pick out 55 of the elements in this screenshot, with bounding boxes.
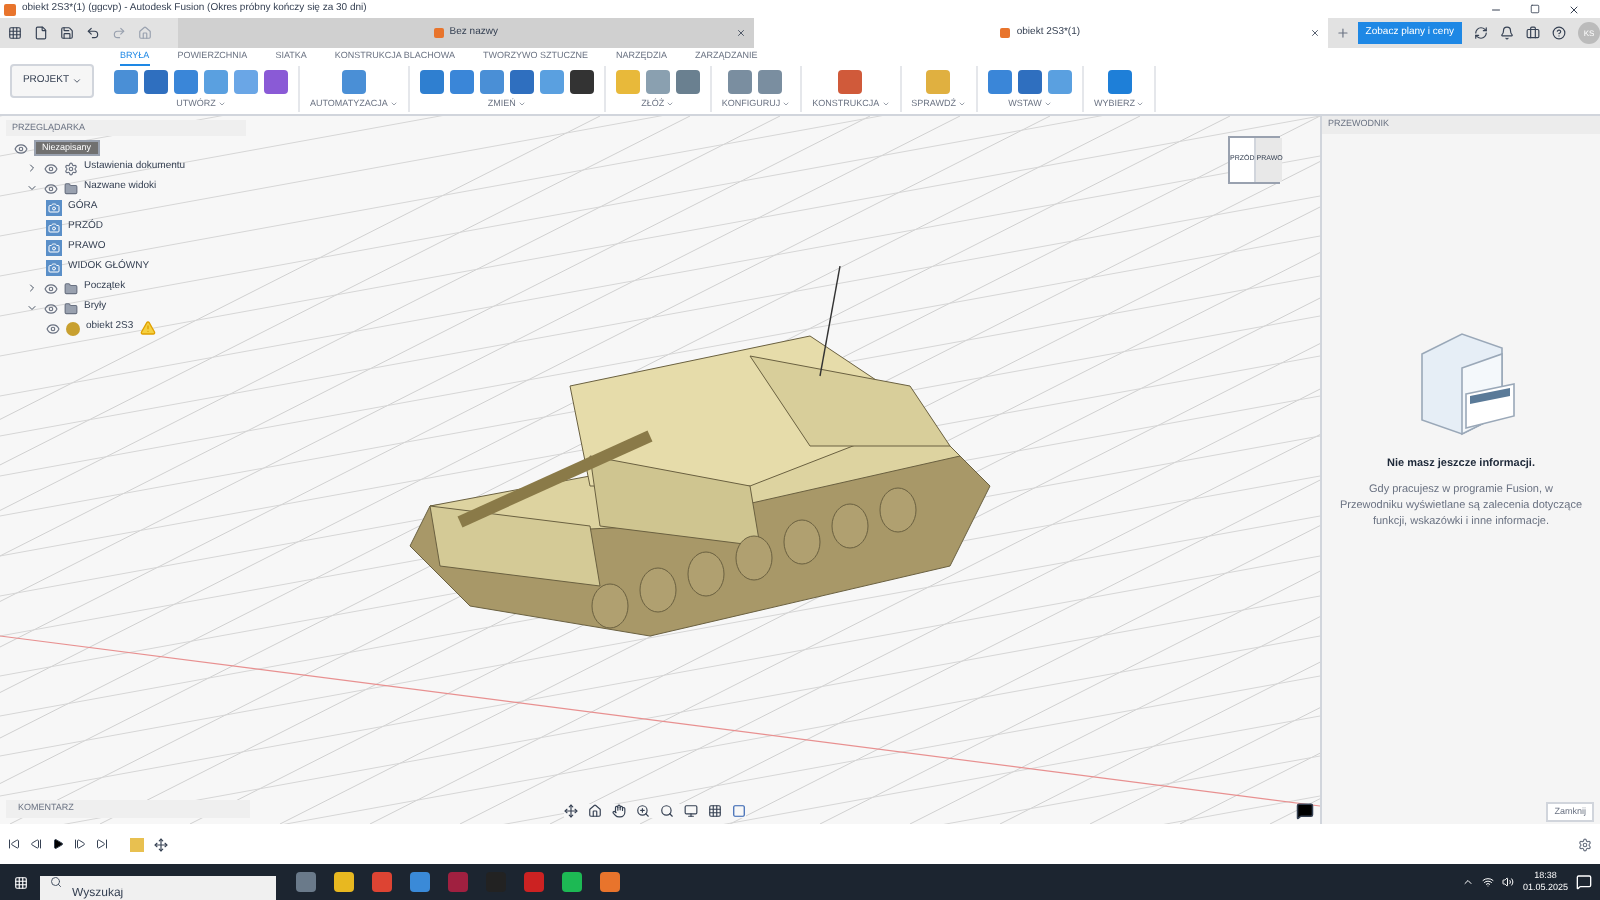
last-frame-icon[interactable]	[96, 838, 108, 850]
camera-icon	[46, 260, 62, 276]
home-view-icon[interactable]	[588, 804, 602, 818]
save-icon[interactable]	[60, 26, 74, 40]
eye-icon[interactable]	[44, 161, 58, 175]
expand-toggle[interactable]	[26, 302, 38, 314]
expand-toggle[interactable]	[26, 182, 38, 194]
minimize-icon[interactable]	[1490, 3, 1502, 15]
grid-menu-icon[interactable]	[8, 26, 22, 40]
undo-icon[interactable]	[86, 26, 100, 40]
help-icon[interactable]	[1552, 26, 1566, 40]
settings-icon[interactable]	[1578, 837, 1592, 851]
folder-icon	[64, 301, 78, 315]
tray-expand-icon[interactable]	[1462, 876, 1475, 888]
search-icon	[50, 876, 62, 888]
eye-icon[interactable]	[14, 141, 28, 155]
eye-icon[interactable]	[46, 321, 60, 335]
sync-icon[interactable]	[1474, 26, 1488, 40]
expand-toggle[interactable]	[26, 162, 38, 174]
zoom-icon[interactable]	[636, 804, 650, 818]
camera-icon	[46, 220, 62, 236]
file-icon[interactable]	[34, 26, 48, 40]
eye-icon[interactable]	[44, 281, 58, 295]
eye-icon[interactable]	[44, 181, 58, 195]
body-icon	[66, 321, 80, 335]
orbit-icon[interactable]	[564, 804, 578, 818]
chat-icon[interactable]	[1296, 802, 1314, 820]
grid-icon[interactable]	[708, 804, 722, 818]
first-frame-icon[interactable]	[8, 838, 20, 850]
app-logo-icon	[4, 3, 16, 15]
warning-icon	[139, 320, 156, 336]
search-icon[interactable]	[660, 804, 674, 818]
play-icon[interactable]	[52, 838, 64, 850]
camera-icon	[46, 240, 62, 256]
expand-toggle[interactable]	[26, 282, 38, 294]
network-icon[interactable]	[1482, 876, 1495, 888]
camera-icon	[46, 200, 62, 216]
folder-icon	[64, 181, 78, 195]
pan-icon[interactable]	[612, 804, 626, 818]
notifications-icon[interactable]	[1576, 874, 1592, 890]
tool-icon[interactable]	[569, 70, 594, 94]
previous-frame-icon[interactable]	[30, 838, 42, 850]
display-icon[interactable]	[684, 804, 698, 818]
notification-icon[interactable]	[1500, 26, 1514, 40]
volume-icon[interactable]	[1502, 876, 1515, 888]
next-frame-icon[interactable]	[74, 838, 86, 850]
gear-icon	[64, 161, 78, 175]
maximize-icon[interactable]	[1530, 4, 1540, 14]
folder-icon	[64, 281, 78, 295]
eye-icon[interactable]	[44, 301, 58, 315]
new-tab-icon[interactable]	[1335, 26, 1350, 40]
move-feature-icon[interactable]	[154, 837, 168, 851]
caret-icon	[71, 76, 82, 86]
close-icon[interactable]	[1568, 3, 1580, 15]
viewport-icon[interactable]	[732, 804, 746, 818]
